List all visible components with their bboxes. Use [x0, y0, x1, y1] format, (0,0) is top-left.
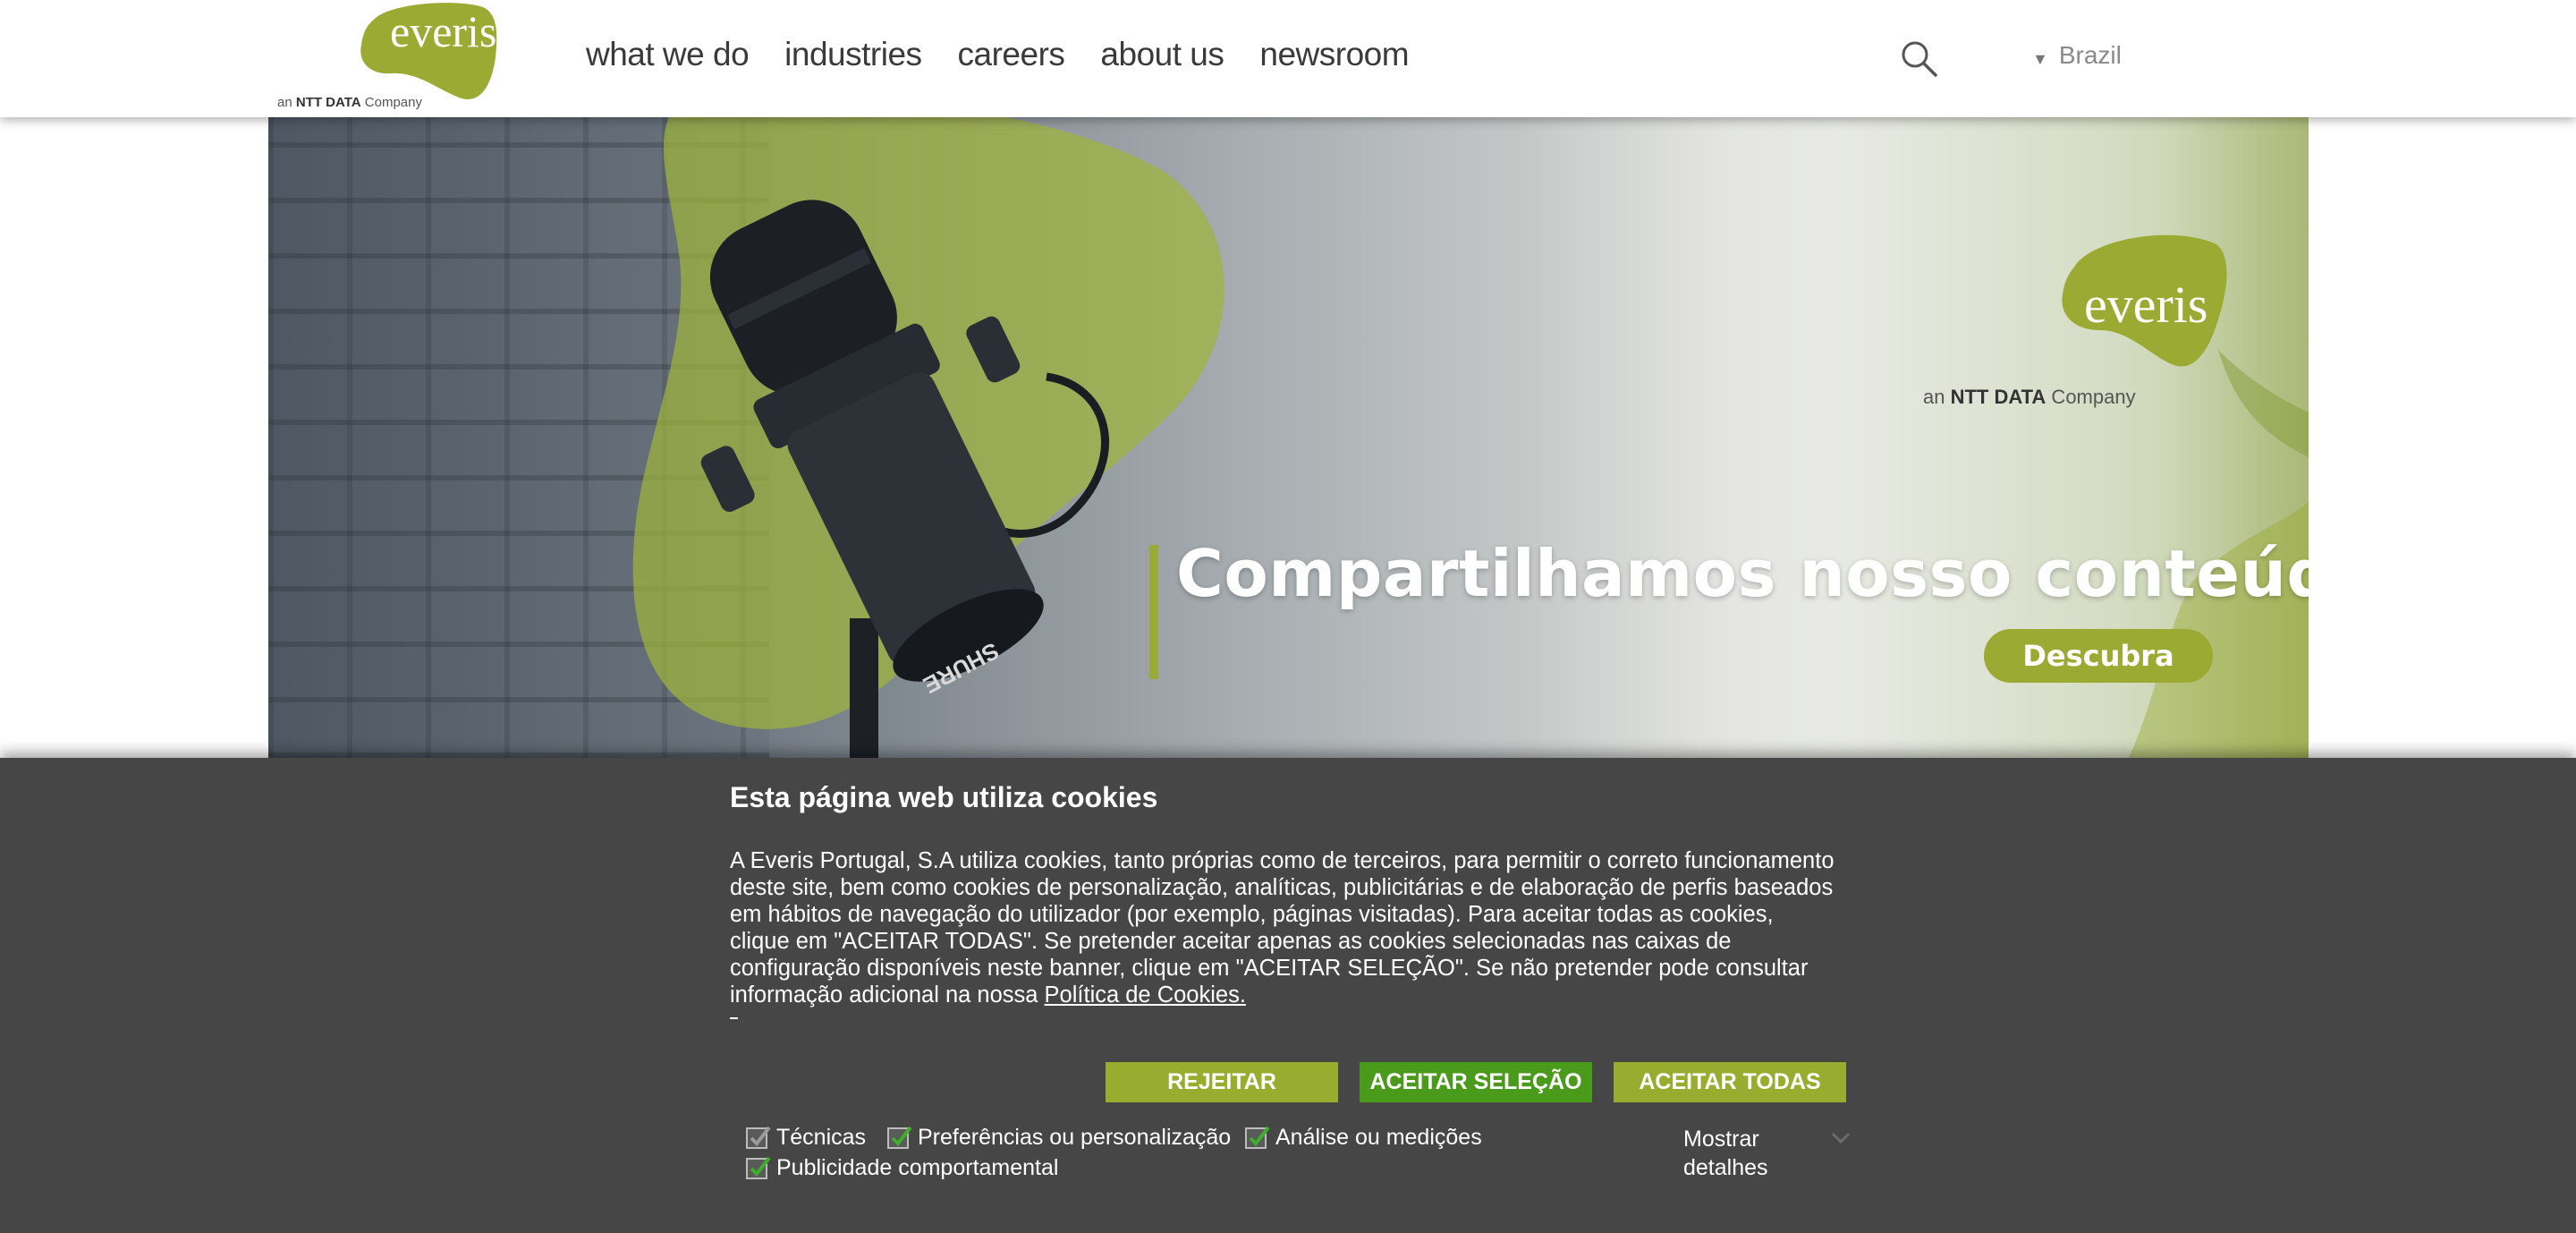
hero-cta-button[interactable]: Descubra: [1984, 629, 2213, 683]
cookie-banner: Esta página web utiliza cookies A Everis…: [0, 758, 2576, 1233]
nav-what-we-do[interactable]: what we do: [586, 36, 750, 73]
cookie-description: A Everis Portugal, S.A utiliza cookies, …: [730, 847, 1839, 1008]
hero-logo-tag-suffix: Company: [2046, 386, 2136, 408]
mic-stand: [850, 618, 878, 758]
consent-advertising[interactable]: Publicidade comportamental: [746, 1155, 1058, 1181]
check-icon: [1249, 1126, 1270, 1146]
consent-technical[interactable]: Técnicas: [746, 1125, 866, 1151]
consent-label-analytics: Análise ou medições: [1275, 1125, 1482, 1150]
show-details-toggle[interactable]: Mostrar detalhes: [1683, 1125, 1818, 1182]
everis-logo[interactable]: everis an NTT DATA Company: [274, 2, 506, 115]
consent-preferences[interactable]: Preferências ou personalização: [887, 1125, 1231, 1151]
nav-about-us[interactable]: about us: [1100, 36, 1224, 73]
accept-selection-button[interactable]: ACEITAR SELEÇÃO: [1360, 1062, 1592, 1102]
hero-logo-tag-brand: NTT DATA: [1950, 386, 2046, 408]
logo-wordmark: everis: [390, 6, 497, 56]
caret-down-icon: ▼: [2032, 49, 2048, 68]
consent-label-advertising: Publicidade comportamental: [776, 1155, 1059, 1180]
logo-tagline: an NTT DATA Company: [277, 95, 422, 110]
cookie-policy-link[interactable]: Política de Cookies.: [1045, 982, 1246, 1008]
country-selector[interactable]: ▼ Brazil: [2032, 41, 2122, 70]
check-icon: [750, 1156, 771, 1177]
hero-foliage-2: [2218, 350, 2309, 457]
hero-banner[interactable]: SHURE everis an NTT DATA Company Compart…: [268, 117, 2309, 758]
checkbox-preferences[interactable]: [887, 1126, 912, 1149]
search-icon-glyph: [1902, 41, 1937, 77]
logo-tag-prefix: an: [277, 95, 296, 110]
hero-headline: Compartilhamos nosso conteúdo: [1176, 536, 2309, 611]
cookie-divider: [730, 1017, 738, 1019]
accept-all-button[interactable]: ACEITAR TODAS: [1614, 1062, 1846, 1102]
hero-accent-bar: [1149, 545, 1158, 679]
hero-logo-tag-prefix: an: [1923, 386, 1951, 408]
reject-button[interactable]: REJEITAR: [1106, 1062, 1338, 1102]
chevron-down-icon[interactable]: [1830, 1130, 1852, 1146]
search-icon[interactable]: [1900, 39, 1939, 79]
consent-label-technical: Técnicas: [776, 1125, 867, 1150]
hero-logo-tagline: an NTT DATA Company: [1923, 386, 2136, 409]
country-label: Brazil: [2058, 41, 2122, 69]
consent-label-preferences: Preferências ou personalização: [918, 1125, 1232, 1150]
site-header: everis an NTT DATA Company what we do in…: [0, 0, 2576, 117]
nav-careers[interactable]: careers: [958, 36, 1065, 73]
checkbox-analytics[interactable]: [1245, 1126, 1270, 1149]
consent-analytics[interactable]: Análise ou medições: [1245, 1125, 1482, 1151]
cookie-body-text: A Everis Portugal, S.A utiliza cookies, …: [730, 848, 1835, 1008]
logo-tag-suffix: Company: [360, 95, 422, 110]
checkbox-technical[interactable]: [746, 1126, 771, 1149]
hero-everis-logo: everis an NTT DATA Company: [1923, 185, 2227, 408]
main-nav: what we do industries careers about us n…: [586, 36, 1445, 73]
check-icon: [891, 1126, 912, 1146]
logo-tag-brand: NTT DATA: [295, 95, 361, 110]
hero-logo-wordmark: everis: [2084, 276, 2208, 334]
checkbox-advertising[interactable]: [746, 1156, 771, 1179]
nav-newsroom[interactable]: newsroom: [1259, 36, 1409, 73]
cookie-title: Esta página web utiliza cookies: [730, 781, 1158, 813]
nav-industries[interactable]: industries: [784, 36, 922, 73]
check-icon: [750, 1126, 771, 1146]
